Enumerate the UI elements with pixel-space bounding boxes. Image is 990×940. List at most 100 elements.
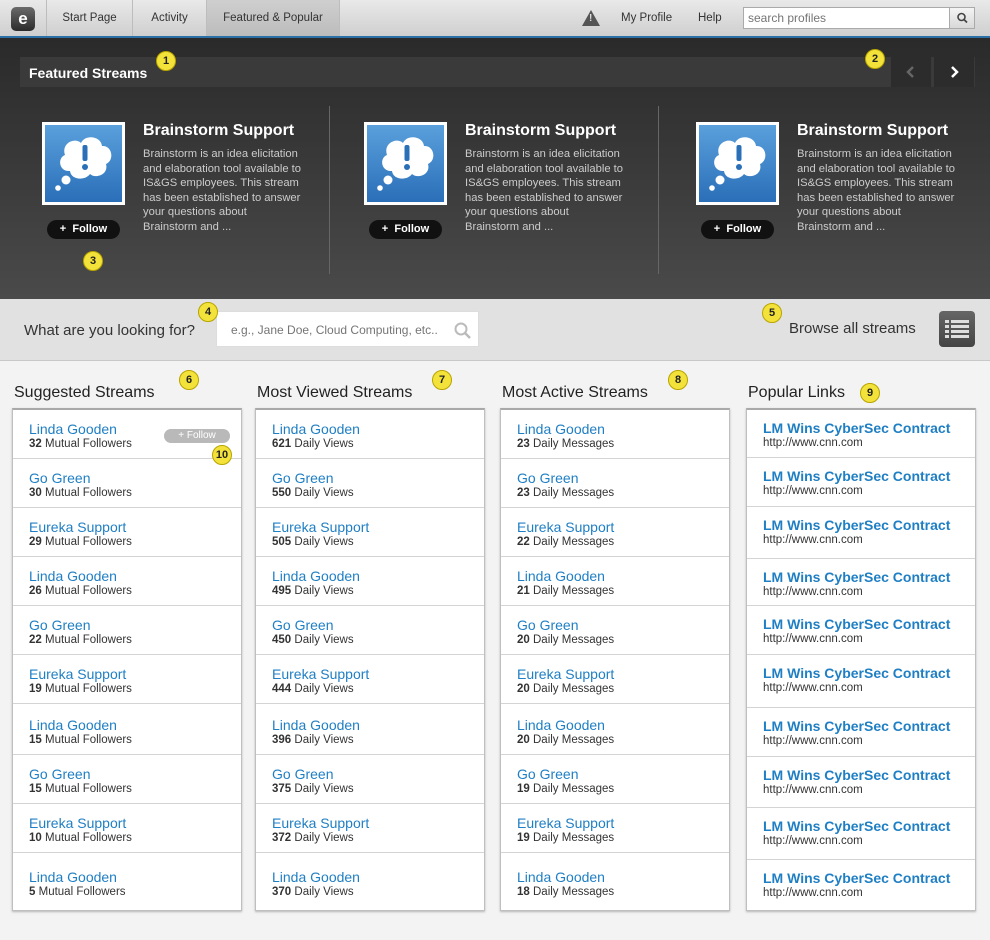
list-item[interactable]: Linda Gooden 495 Daily Views [256,557,484,606]
stream-name-link[interactable]: Eureka Support [517,815,614,831]
stream-name-link[interactable]: Go Green [272,766,333,782]
follow-button[interactable]: + Follow [164,429,230,443]
list-item[interactable]: Eureka Support 19 Daily Messages [501,804,729,853]
stream-name-link[interactable]: Go Green [272,617,333,633]
stream-name-link[interactable]: Eureka Support [29,666,126,682]
list-item[interactable]: Go Green 15 Mutual Followers [13,755,241,804]
list-item[interactable]: Linda Gooden 21 Daily Messages [501,557,729,606]
search-icon[interactable] [453,321,473,341]
list-item[interactable]: Go Green 550 Daily Views [256,459,484,508]
stream-name-link[interactable]: Linda Gooden [517,717,605,733]
stream-name-link[interactable]: Go Green [517,766,578,782]
browse-all-label[interactable]: Browse all streams [789,320,916,337]
stream-name-link[interactable]: Linda Gooden [517,869,605,885]
next-button[interactable] [934,57,974,87]
stream-name-link[interactable]: Linda Gooden [29,421,117,437]
stream-image[interactable] [696,122,779,205]
link-item[interactable]: LM Wins CyberSec Contract http://www.cnn.… [747,559,975,606]
stream-name-link[interactable]: Eureka Support [272,666,369,682]
list-item[interactable]: Eureka Support 444 Daily Views [256,655,484,704]
list-item[interactable]: Linda Gooden 18 Daily Messages [501,858,729,907]
stream-search-input[interactable] [231,321,451,339]
stream-name-link[interactable]: Go Green [29,766,90,782]
card-title[interactable]: Brainstorm Support [143,122,294,140]
stream-name-link[interactable]: Go Green [29,617,90,633]
link-item[interactable]: LM Wins CyberSec Contract http://www.cnn.… [747,507,975,559]
stream-name-link[interactable]: Go Green [272,470,333,486]
stream-name-link[interactable]: Linda Gooden [272,568,360,584]
profile-search-input[interactable] [744,8,944,28]
link-title[interactable]: LM Wins CyberSec Contract [763,665,950,681]
app-logo[interactable]: e [11,7,35,31]
list-item[interactable]: Eureka Support 19 Mutual Followers [13,655,241,704]
link-item[interactable]: LM Wins CyberSec Contract http://www.cnn.… [747,410,975,458]
my-profile-link[interactable]: My Profile [621,12,672,24]
card-title[interactable]: Brainstorm Support [797,122,948,140]
stream-name-link[interactable]: Eureka Support [272,815,369,831]
list-item[interactable]: Linda Gooden 5 Mutual Followers [13,858,241,907]
list-item[interactable]: Go Green 23 Daily Messages [501,459,729,508]
list-item[interactable]: Go Green 30 Mutual Followers [13,459,241,508]
stream-name-link[interactable]: Go Green [517,617,578,633]
follow-button[interactable]: + Follow [369,220,442,239]
tab-featured-popular[interactable]: Featured & Popular [206,0,340,36]
stream-name-link[interactable]: Eureka Support [272,519,369,535]
link-item[interactable]: LM Wins CyberSec Contract http://www.cnn.… [747,708,975,757]
stream-name-link[interactable]: Linda Gooden [272,717,360,733]
profile-search-button[interactable] [949,8,974,28]
link-title[interactable]: LM Wins CyberSec Contract [763,870,950,886]
link-title[interactable]: LM Wins CyberSec Contract [763,616,950,632]
list-item[interactable]: Eureka Support 20 Daily Messages [501,655,729,704]
alert-icon[interactable]: ! [582,10,600,26]
list-item[interactable]: Go Green 19 Daily Messages [501,755,729,804]
stream-name-link[interactable]: Linda Gooden [517,421,605,437]
help-link[interactable]: Help [698,12,722,24]
stream-name-link[interactable]: Linda Gooden [272,421,360,437]
link-item[interactable]: LM Wins CyberSec Contract http://www.cnn.… [747,757,975,808]
list-item[interactable]: Go Green 375 Daily Views [256,755,484,804]
link-title[interactable]: LM Wins CyberSec Contract [763,420,950,436]
list-item[interactable]: Eureka Support 372 Daily Views [256,804,484,853]
link-title[interactable]: LM Wins CyberSec Contract [763,767,950,783]
stream-name-link[interactable]: Linda Gooden [29,869,117,885]
follow-button[interactable]: + Follow [47,220,120,239]
stream-name-link[interactable]: Linda Gooden [29,568,117,584]
list-item[interactable]: Linda Gooden 20 Daily Messages [501,706,729,755]
card-title[interactable]: Brainstorm Support [465,122,616,140]
link-item[interactable]: LM Wins CyberSec Contract http://www.cnn.… [747,458,975,507]
link-item[interactable]: LM Wins CyberSec Contract http://www.cnn.… [747,860,975,909]
stream-image[interactable] [364,122,447,205]
link-title[interactable]: LM Wins CyberSec Contract [763,718,950,734]
tab-start-page[interactable]: Start Page [46,0,132,36]
link-item[interactable]: LM Wins CyberSec Contract http://www.cnn.… [747,606,975,655]
stream-name-link[interactable]: Linda Gooden [272,869,360,885]
stream-name-link[interactable]: Eureka Support [29,815,126,831]
list-item[interactable]: Linda Gooden 26 Mutual Followers [13,557,241,606]
stream-name-link[interactable]: Eureka Support [29,519,126,535]
stream-name-link[interactable]: Linda Gooden [29,717,117,733]
link-title[interactable]: LM Wins CyberSec Contract [763,468,950,484]
link-item[interactable]: LM Wins CyberSec Contract http://www.cnn.… [747,655,975,708]
link-title[interactable]: LM Wins CyberSec Contract [763,569,950,585]
link-title[interactable]: LM Wins CyberSec Contract [763,517,950,533]
link-item[interactable]: LM Wins CyberSec Contract http://www.cnn.… [747,808,975,860]
list-item[interactable]: Go Green 22 Mutual Followers [13,606,241,655]
tab-activity[interactable]: Activity [132,0,206,36]
list-item[interactable]: Linda Gooden 15 Mutual Followers [13,706,241,755]
list-item[interactable]: Linda Gooden 396 Daily Views [256,706,484,755]
stream-name-link[interactable]: Eureka Support [517,519,614,535]
link-title[interactable]: LM Wins CyberSec Contract [763,818,950,834]
prev-button[interactable] [891,57,931,87]
browse-all-button[interactable] [939,311,975,347]
stream-name-link[interactable]: Eureka Support [517,666,614,682]
list-item[interactable]: Eureka Support 505 Daily Views [256,508,484,557]
list-item[interactable]: Linda Gooden 32 Mutual Followers + Follow [13,410,241,459]
list-item[interactable]: Linda Gooden 370 Daily Views [256,858,484,907]
follow-button[interactable]: + Follow [701,220,774,239]
list-item[interactable]: Eureka Support 10 Mutual Followers [13,804,241,853]
list-item[interactable]: Eureka Support 22 Daily Messages [501,508,729,557]
list-item[interactable]: Go Green 20 Daily Messages [501,606,729,655]
stream-name-link[interactable]: Linda Gooden [517,568,605,584]
stream-image[interactable] [42,122,125,205]
list-item[interactable]: Linda Gooden 23 Daily Messages [501,410,729,459]
